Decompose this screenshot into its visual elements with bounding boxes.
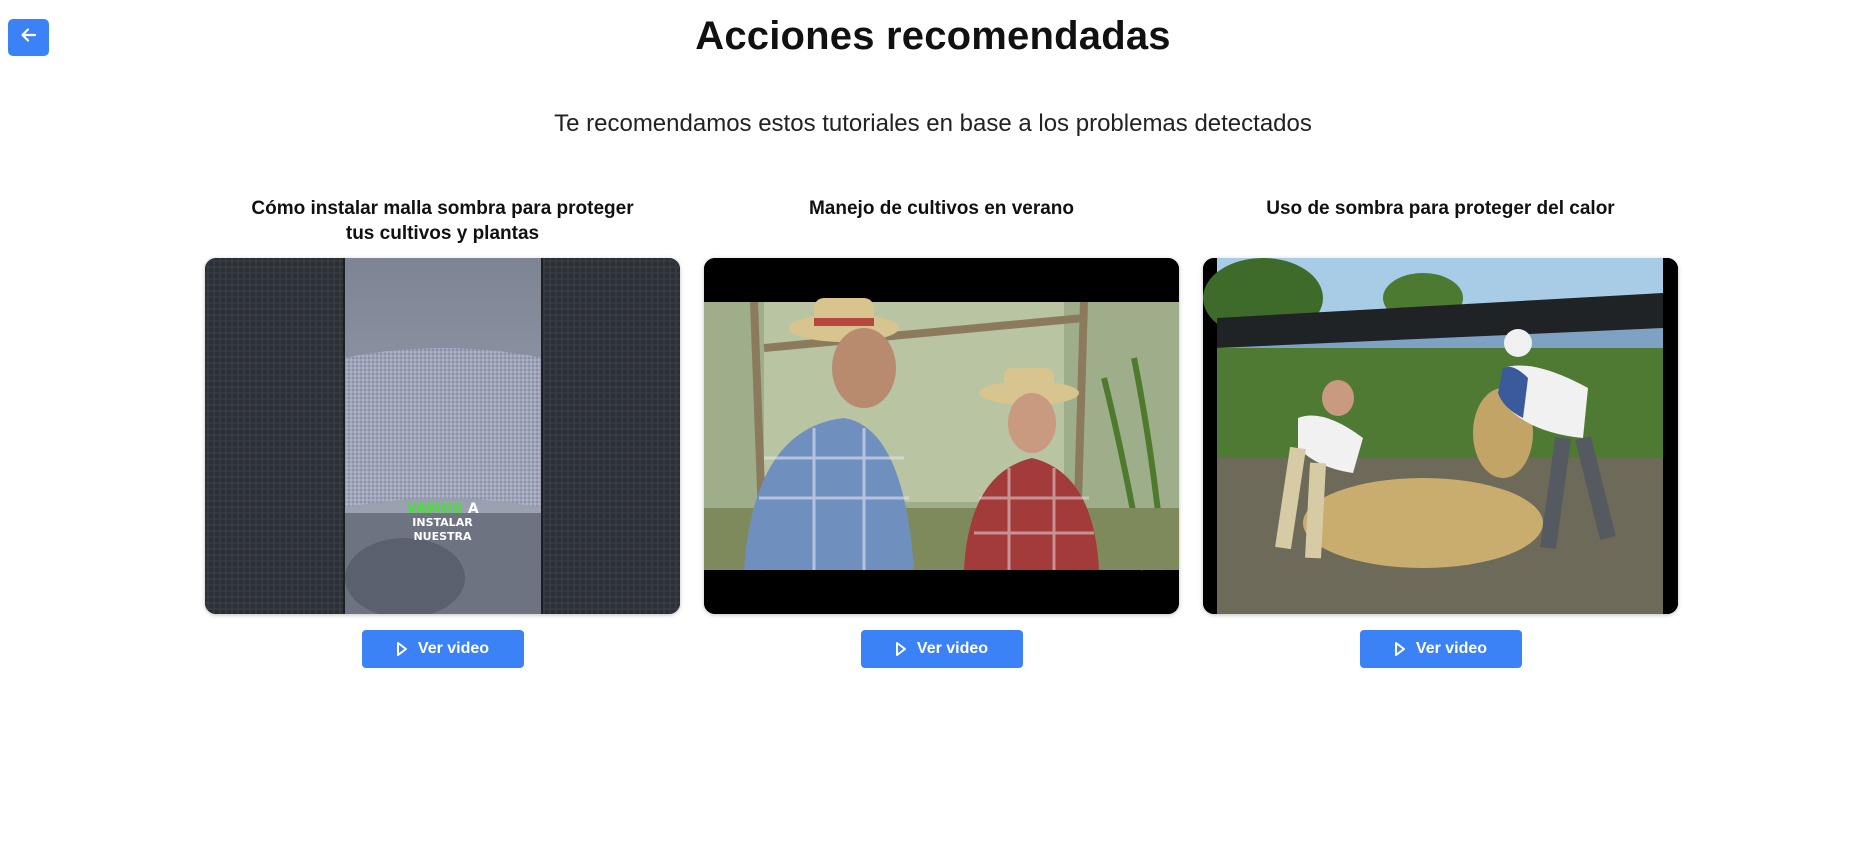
video-overlay-caption: VAMOS A INSTALAR NUESTRA	[205, 502, 680, 544]
overlay-line-3: NUESTRA	[413, 530, 472, 543]
shade-net-thumbnail-image	[205, 258, 680, 614]
greenhouse-conversation-thumbnail-image	[704, 258, 1179, 614]
play-icon	[1394, 641, 1406, 657]
video-card-title: Uso de sombra para proteger del calor	[1266, 198, 1615, 219]
play-icon	[396, 641, 408, 657]
video-card: Uso de sombra para proteger del calor Ve…	[1203, 196, 1678, 668]
page-subtitle: Te recomendamos estos tutoriales en base…	[554, 110, 1312, 137]
overlay-line-2: INSTALAR	[412, 516, 473, 529]
garden-mulching-thumbnail-image	[1203, 258, 1678, 614]
overlay-highlight-text: VAMOS	[406, 501, 463, 517]
video-card-title: Cómo instalar malla sombra para proteger…	[251, 198, 634, 244]
watch-video-label: Ver video	[916, 640, 989, 657]
watch-video-button[interactable]: Ver video	[361, 630, 524, 668]
video-thumbnail[interactable]: VAMOS A INSTALAR NUESTRA	[205, 258, 680, 614]
video-card: Cómo instalar malla sombra para proteger…	[205, 196, 680, 668]
page-title: Acciones recomendadas	[695, 14, 1171, 58]
overlay-rest-text: A	[462, 501, 479, 517]
watch-video-label: Ver video	[417, 640, 490, 657]
video-thumbnail[interactable]	[704, 258, 1179, 614]
video-card-list: Cómo instalar malla sombra para proteger…	[205, 196, 1678, 668]
video-thumbnail[interactable]	[1203, 258, 1678, 614]
play-icon	[895, 641, 907, 657]
watch-video-label: Ver video	[1415, 640, 1488, 657]
video-card-title: Manejo de cultivos en verano	[808, 198, 1075, 219]
watch-video-button[interactable]: Ver video	[1359, 630, 1522, 668]
watch-video-button[interactable]: Ver video	[860, 630, 1023, 668]
video-card: Manejo de cultivos en verano Ver video	[704, 196, 1179, 668]
